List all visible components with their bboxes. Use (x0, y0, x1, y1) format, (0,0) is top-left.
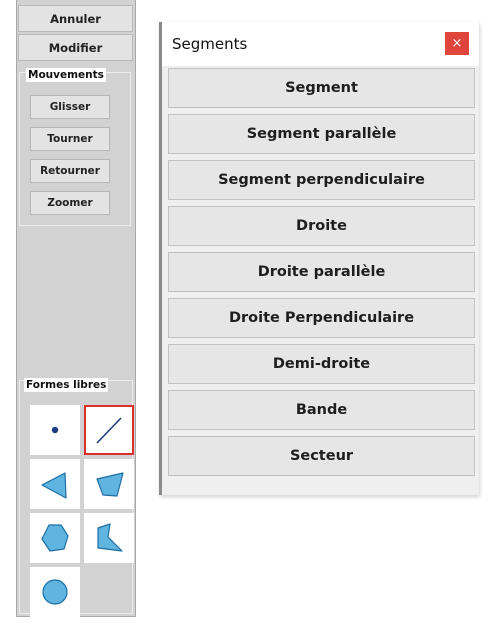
quadrilateral-tool[interactable] (84, 459, 134, 509)
hexagon-tool[interactable] (30, 513, 80, 563)
triangle-tool[interactable] (30, 459, 80, 509)
point-tool[interactable] (30, 405, 80, 455)
perpendicular-segment-button[interactable]: Segment perpendiculaire (168, 160, 475, 200)
band-button[interactable]: Bande (168, 390, 475, 430)
flip-button[interactable]: Retourner (30, 159, 110, 183)
slide-button[interactable]: Glisser (30, 95, 110, 119)
circle-icon (42, 579, 68, 605)
quadrilateral-icon (96, 472, 124, 497)
triangle-icon (41, 472, 67, 499)
zoom-button[interactable]: Zoomer (30, 191, 110, 215)
movements-group: Mouvements Glisser Tourner Retourner Zoo… (19, 68, 131, 226)
parallel-segment-button[interactable]: Segment parallèle (168, 114, 475, 154)
segment-line-icon (96, 417, 122, 444)
sector-button[interactable]: Secteur (168, 436, 475, 476)
window-title: Segments (172, 35, 248, 53)
edit-button[interactable]: Modifier (18, 34, 133, 61)
free-shapes-legend: Formes libres (24, 378, 109, 392)
segment-tool[interactable] (84, 405, 134, 455)
segment-button[interactable]: Segment (168, 68, 475, 108)
close-icon: × (451, 36, 463, 51)
movements-legend: Mouvements (26, 68, 106, 82)
parallel-line-button[interactable]: Droite parallèle (168, 252, 475, 292)
free-shapes-group: Formes libres (19, 378, 134, 617)
hexagon-icon (41, 524, 69, 552)
rotate-button[interactable]: Tourner (30, 127, 110, 151)
concave-polygon-tool[interactable] (84, 513, 134, 563)
ray-button[interactable]: Demi-droite (168, 344, 475, 384)
undo-button[interactable]: Annuler (18, 5, 133, 32)
concave-polygon-icon (97, 523, 123, 552)
close-button[interactable]: × (445, 32, 469, 55)
tools-panel: Annuler Modifier Mouvements Glisser Tour… (16, 0, 136, 617)
point-icon (51, 426, 59, 434)
perpendicular-line-button[interactable]: Droite Perpendiculaire (168, 298, 475, 338)
window-titlebar[interactable]: Segments × (162, 22, 479, 66)
circle-tool[interactable] (30, 567, 80, 617)
line-button[interactable]: Droite (168, 206, 475, 246)
segments-window: Segments × Segment Segment parallèle Seg… (159, 22, 479, 495)
